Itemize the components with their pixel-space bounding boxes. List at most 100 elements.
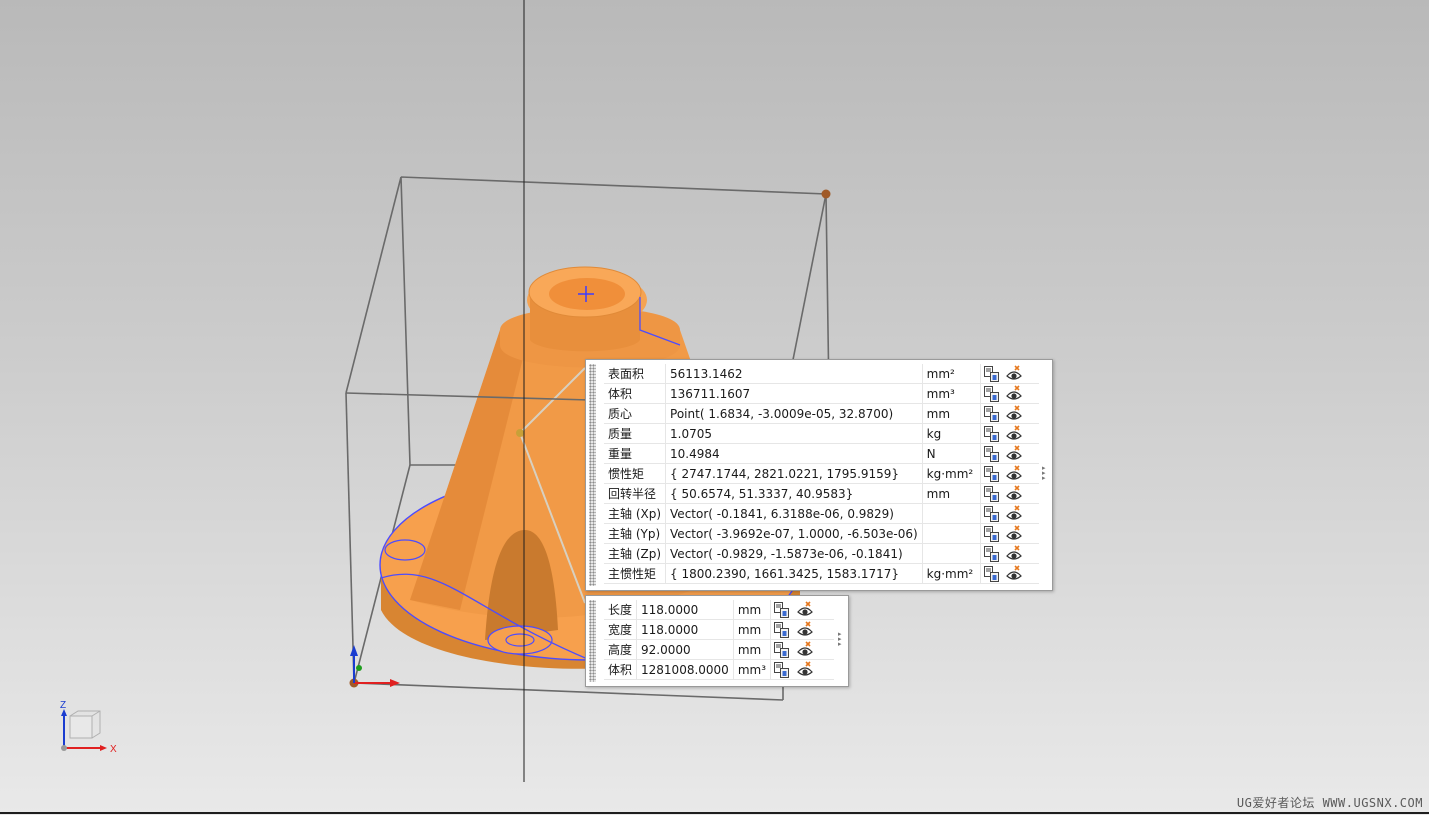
visibility-cell[interactable] — [793, 659, 817, 680]
panel-drag-handle[interactable] — [589, 600, 596, 682]
show-hide-eye-icon[interactable] — [1005, 504, 1023, 523]
export-cell[interactable] — [980, 543, 1003, 564]
export-to-clipboard-icon[interactable] — [773, 661, 791, 679]
spacer-cell — [1024, 403, 1039, 424]
export-to-clipboard-icon[interactable] — [983, 545, 1001, 563]
visibility-cell[interactable] — [1002, 503, 1025, 524]
export-to-clipboard-icon[interactable] — [983, 565, 1001, 583]
export-to-clipboard-icon[interactable] — [983, 385, 1001, 403]
export-cell[interactable] — [770, 619, 794, 640]
export-cell[interactable] — [980, 563, 1003, 584]
show-hide-eye-icon[interactable] — [796, 660, 814, 679]
property-unit: mm³ — [733, 659, 772, 680]
show-hide-eye-icon[interactable] — [796, 640, 814, 659]
property-value[interactable]: 136711.1607 — [665, 383, 923, 404]
export-to-clipboard-icon[interactable] — [983, 405, 1001, 423]
show-hide-eye-icon[interactable] — [1005, 424, 1023, 443]
export-cell[interactable] — [980, 364, 1003, 384]
property-label: 惯性矩 — [604, 463, 667, 484]
export-to-clipboard-icon[interactable] — [983, 485, 1001, 503]
export-to-clipboard-icon[interactable] — [983, 445, 1001, 463]
show-hide-eye-icon[interactable] — [1005, 464, 1023, 483]
show-hide-eye-icon[interactable] — [1005, 484, 1023, 503]
visibility-cell[interactable] — [1002, 383, 1025, 404]
property-row: 回转半径 { 50.6574, 51.3337, 40.9583} mm — [604, 483, 1039, 504]
export-cell[interactable] — [980, 483, 1003, 504]
show-hide-eye-icon[interactable] — [1005, 404, 1023, 423]
visibility-cell[interactable] — [1002, 543, 1025, 564]
property-label: 主轴 (Zp) — [604, 543, 667, 564]
show-hide-eye-icon[interactable] — [796, 620, 814, 639]
visibility-cell[interactable] — [1002, 364, 1025, 384]
property-unit: kg·mm² — [922, 463, 981, 484]
property-row: 表面积 56113.1462 mm² — [604, 364, 1039, 384]
spacer-cell — [1024, 563, 1039, 584]
export-to-clipboard-icon[interactable] — [983, 365, 1001, 383]
property-value[interactable]: 1.0705 — [665, 423, 923, 444]
spacer-cell — [1024, 503, 1039, 524]
property-value[interactable]: 92.0000 — [636, 639, 734, 660]
show-hide-eye-icon[interactable] — [1005, 524, 1023, 543]
panel-expand-icon[interactable]: ▸ ▸ ▸ — [838, 631, 844, 648]
visibility-cell[interactable] — [793, 600, 817, 620]
visibility-cell[interactable] — [1002, 523, 1025, 544]
property-label: 回转半径 — [604, 483, 667, 504]
visibility-cell[interactable] — [1002, 423, 1025, 444]
property-label: 质量 — [604, 423, 667, 444]
bounding-box-panel[interactable]: 长度 118.0000 mm 宽度 118.0000 mm 高度 92.0000… — [585, 595, 849, 687]
export-cell[interactable] — [770, 639, 794, 660]
export-to-clipboard-icon[interactable] — [983, 425, 1001, 443]
panel-expand-icon[interactable]: ▸ ▸ ▸ — [1042, 465, 1048, 482]
export-to-clipboard-icon[interactable] — [773, 621, 791, 639]
property-unit: mm — [733, 600, 772, 620]
show-hide-eye-icon[interactable] — [1005, 444, 1023, 463]
export-cell[interactable] — [980, 523, 1003, 544]
export-to-clipboard-icon[interactable] — [983, 505, 1001, 523]
panel-drag-handle[interactable] — [589, 364, 596, 586]
export-cell[interactable] — [980, 463, 1003, 484]
property-row: 主惯性矩 { 1800.2390, 1661.3425, 1583.1717} … — [604, 563, 1039, 584]
export-cell[interactable] — [980, 403, 1003, 424]
property-value[interactable]: { 2747.1744, 2821.0221, 1795.9159} — [665, 463, 923, 484]
property-value[interactable]: { 50.6574, 51.3337, 40.9583} — [665, 483, 923, 504]
export-cell[interactable] — [770, 600, 794, 620]
property-value[interactable]: Vector( -0.9829, -1.5873e-06, -0.1841) — [665, 543, 923, 564]
export-cell[interactable] — [980, 423, 1003, 444]
visibility-cell[interactable] — [1002, 563, 1025, 584]
show-hide-eye-icon[interactable] — [1005, 364, 1023, 383]
property-value[interactable]: 118.0000 — [636, 619, 734, 640]
visibility-cell[interactable] — [793, 619, 817, 640]
property-unit: kg — [922, 423, 981, 444]
export-to-clipboard-icon[interactable] — [773, 601, 791, 619]
visibility-cell[interactable] — [793, 639, 817, 660]
show-hide-eye-icon[interactable] — [1005, 384, 1023, 403]
show-hide-eye-icon[interactable] — [1005, 544, 1023, 563]
visibility-cell[interactable] — [1002, 403, 1025, 424]
property-value[interactable]: Vector( -3.9692e-07, 1.0000, -6.503e-06) — [665, 523, 923, 544]
export-cell[interactable] — [980, 383, 1003, 404]
export-cell[interactable] — [980, 503, 1003, 524]
export-to-clipboard-icon[interactable] — [773, 641, 791, 659]
visibility-cell[interactable] — [1002, 443, 1025, 464]
export-to-clipboard-icon[interactable] — [983, 525, 1001, 543]
spacer-cell — [816, 659, 834, 680]
export-cell[interactable] — [980, 443, 1003, 464]
property-value[interactable]: Point( 1.6834, -3.0009e-05, 32.8700) — [665, 403, 923, 424]
show-hide-eye-icon[interactable] — [796, 600, 814, 619]
property-value[interactable]: 1281008.0000 — [636, 659, 734, 680]
property-value[interactable]: 56113.1462 — [665, 364, 923, 384]
property-value[interactable]: 118.0000 — [636, 600, 734, 620]
visibility-cell[interactable] — [1002, 463, 1025, 484]
view-triad[interactable]: Z X — [60, 700, 117, 755]
property-value[interactable]: Vector( -0.1841, 6.3188e-06, 0.9829) — [665, 503, 923, 524]
property-value[interactable]: { 1800.2390, 1661.3425, 1583.1717} — [665, 563, 923, 584]
mass-properties-panel[interactable]: 表面积 56113.1462 mm² 体积 136711.1607 mm³ 质心… — [585, 359, 1053, 591]
property-row: 质量 1.0705 kg — [604, 423, 1039, 444]
visibility-cell[interactable] — [1002, 483, 1025, 504]
export-cell[interactable] — [770, 659, 794, 680]
export-to-clipboard-icon[interactable] — [983, 465, 1001, 483]
property-value[interactable]: 10.4984 — [665, 443, 923, 464]
show-hide-eye-icon[interactable] — [1005, 564, 1023, 583]
bbox-corner-point[interactable] — [821, 189, 831, 199]
property-unit: mm — [922, 403, 981, 424]
